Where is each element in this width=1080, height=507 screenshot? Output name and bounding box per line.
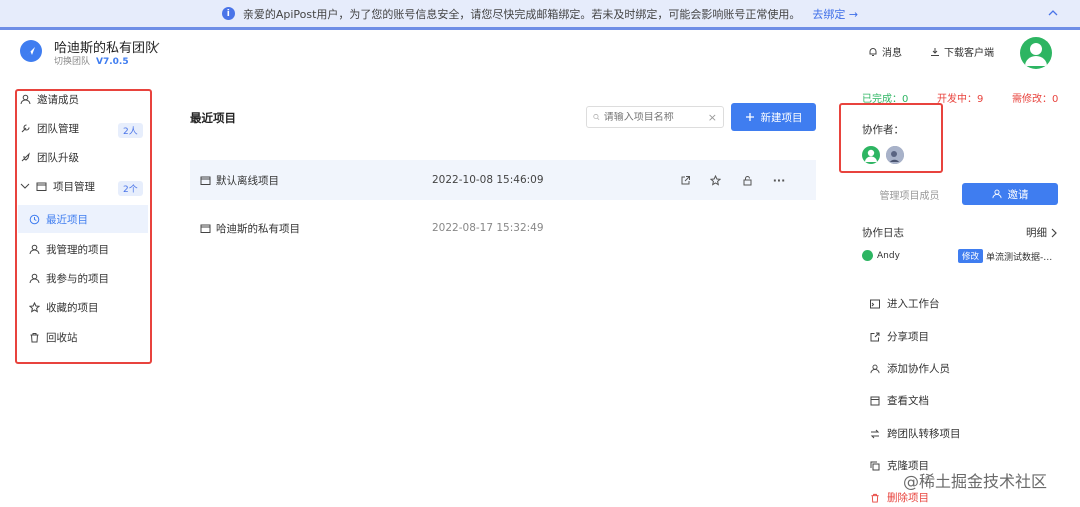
project-icon <box>200 224 211 233</box>
menu-label: 查看文档 <box>887 395 929 407</box>
invite-button[interactable]: 邀请 <box>962 183 1058 205</box>
info-icon: i <box>221 7 235 20</box>
project-row[interactable]: 默认离线项目 2022-10-08 15:46:09 ··· <box>190 160 816 200</box>
menu-delete-project[interactable]: 删除项目 <box>870 490 929 505</box>
project-search[interactable]: × <box>586 106 724 128</box>
email-bind-banner: i 亲爱的ApiPost用户，为了您的账号信息安全，请您尽快完成邮箱绑定。若未及… <box>0 0 1080 30</box>
bind-email-link[interactable]: 去绑定 → <box>812 6 858 22</box>
collab-log-title: 协作日志 <box>862 227 904 239</box>
user-icon <box>870 364 880 373</box>
project-date: 2022-08-17 15:32:49 <box>432 222 544 234</box>
project-name[interactable]: 哈迪斯的私有项目 <box>200 221 300 236</box>
new-project-label: 新建项目 <box>760 111 803 124</box>
chevron-right-icon <box>1051 228 1057 237</box>
bell-icon <box>869 47 877 56</box>
log-action-tag: 修改 <box>958 249 984 263</box>
switch-team-link[interactable]: 切换团队 <box>54 57 90 67</box>
trash-icon <box>871 493 879 503</box>
annotation-box-sidebar <box>15 89 152 364</box>
star-icon[interactable] <box>708 173 722 187</box>
log-detail-label: 明细 <box>1026 227 1047 239</box>
menu-transfer-project[interactable]: 跨团队转移项目 <box>870 426 961 441</box>
annotation-box-collaborators <box>839 103 943 173</box>
apipost-logo-icon <box>20 40 42 62</box>
search-icon <box>593 114 600 120</box>
status-change: 需修改：0 <box>1012 94 1059 105</box>
download-icon <box>931 47 939 56</box>
manage-members-button[interactable]: 管理项目成员 <box>862 183 957 205</box>
switch-team-row[interactable]: 切换团队 V7.0.5 <box>54 54 129 67</box>
page-title: 最近项目 <box>190 111 236 125</box>
project-icon <box>200 176 211 185</box>
messages-label: 消息 <box>882 48 902 59</box>
log-text: 单流测试数据-示例 <box>986 253 1058 263</box>
menu-add-collaborator[interactable]: 添加协作人员 <box>870 361 950 376</box>
share-icon <box>870 332 880 341</box>
invite-label: 邀请 <box>1007 188 1029 201</box>
project-name[interactable]: 默认离线项目 <box>200 173 279 188</box>
chevron-up-icon[interactable] <box>1048 8 1058 18</box>
watermark: @稀土掘金技术社区 <box>903 472 1048 491</box>
log-user-name: Andy <box>877 250 900 261</box>
project-name-label: 默认离线项目 <box>216 174 279 187</box>
swap-icon <box>870 429 880 438</box>
status-dev: 开发中：9 <box>937 94 984 105</box>
document-icon <box>870 396 880 405</box>
messages-button[interactable]: 消息 <box>868 44 902 59</box>
top-header: 哈迪斯的私有团队 切换团队 V7.0.5 消息 下载客户端 <box>0 33 1080 73</box>
project-name-label: 哈迪斯的私有项目 <box>216 222 300 235</box>
copy-icon <box>870 461 880 470</box>
menu-share-project[interactable]: 分享项目 <box>870 329 929 344</box>
download-label: 下载客户端 <box>944 48 994 59</box>
project-date: 2022-10-08 15:46:09 <box>432 174 544 186</box>
project-row[interactable]: 哈迪斯的私有项目 2022-08-17 15:32:49 <box>190 208 816 248</box>
download-client-button[interactable]: 下载客户端 <box>930 44 994 59</box>
menu-label: 分享项目 <box>887 331 929 343</box>
user-icon <box>991 189 1002 199</box>
terminal-icon <box>870 299 880 308</box>
version-label: V7.0.5 <box>96 57 129 67</box>
log-user-avatar <box>862 250 873 261</box>
menu-label: 跨团队转移项目 <box>887 428 961 440</box>
menu-label: 删除项目 <box>887 492 929 504</box>
banner-message: 亲爱的ApiPost用户，为了您的账号信息安全，请您尽快完成邮箱绑定。若未及时绑… <box>242 7 801 21</box>
search-input[interactable] <box>603 111 704 123</box>
open-external-icon[interactable] <box>678 173 692 187</box>
log-user: Andy <box>862 250 900 261</box>
menu-enter-workspace[interactable]: 进入工作台 <box>870 296 940 311</box>
user-avatar[interactable] <box>1020 37 1052 69</box>
menu-view-docs[interactable]: 查看文档 <box>870 393 929 408</box>
menu-label: 进入工作台 <box>887 298 940 310</box>
lock-icon[interactable] <box>740 173 754 187</box>
log-detail-link[interactable]: 明细 <box>1026 225 1058 240</box>
menu-label: 添加协作人员 <box>887 363 950 375</box>
new-project-button[interactable]: 新建项目 <box>731 103 816 131</box>
more-icon[interactable]: ··· <box>772 173 786 187</box>
chevron-down-icon[interactable] <box>150 40 160 50</box>
plus-icon <box>745 113 754 121</box>
clear-icon[interactable]: × <box>708 111 717 124</box>
